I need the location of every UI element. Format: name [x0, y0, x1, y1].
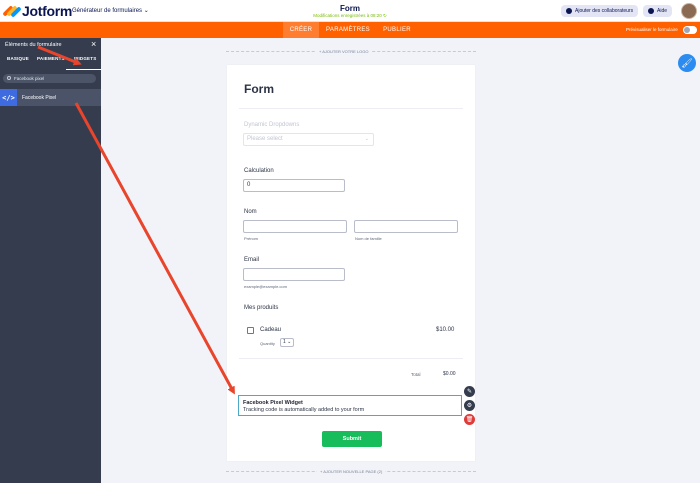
search-icon: [7, 76, 11, 80]
total-value: $0.00: [443, 371, 456, 377]
dropdown-placeholder: Please select: [247, 136, 283, 142]
preview-toggle[interactable]: [683, 26, 697, 34]
heading-divider: [239, 108, 463, 109]
pixel-widget-title: Facebook Pixel Widget: [243, 400, 303, 406]
last-name-field[interactable]: [354, 220, 458, 233]
tab-widgets[interactable]: WIDGETS: [74, 56, 96, 61]
dynamic-dropdown[interactable]: Please select ⌄: [243, 133, 374, 146]
collab-label: Ajouter des collaborateurs: [575, 8, 634, 14]
help-label: Aide: [657, 8, 668, 14]
form-canvas: Form Dynamic Dropdowns Please select ⌄ C…: [227, 65, 475, 461]
products-divider: [239, 358, 463, 359]
tab-create[interactable]: CRÉER: [283, 22, 319, 38]
top-header: Jotform Générateur de formulaires ⌄ Form…: [0, 0, 700, 22]
add-page-link[interactable]: + AJOUTER NOUVELLE PAGE (2): [317, 469, 386, 474]
email-field[interactable]: [243, 268, 345, 281]
product-name: Cadeau: [260, 327, 282, 333]
tab-settings[interactable]: PARAMÈTRES: [322, 22, 374, 38]
product-checkbox[interactable]: [247, 327, 254, 334]
help-button[interactable]: Aide: [643, 5, 673, 17]
name-label: Nom: [244, 209, 257, 215]
sidebar-title: Éléments du formulaire: [5, 42, 62, 48]
user-icon: [566, 8, 572, 14]
gear-icon[interactable]: ⚙: [464, 400, 475, 411]
trash-icon[interactable]: 🗑: [464, 414, 475, 425]
builder-tabs: CRÉER PARAMÈTRES PUBLIER Prévisualiser l…: [0, 22, 700, 38]
close-icon[interactable]: ×: [91, 40, 96, 49]
first-name-field[interactable]: [243, 220, 347, 233]
email-sublabel: example@example.com: [244, 284, 287, 289]
tab-payments[interactable]: PAIEMENTS: [37, 56, 65, 61]
submit-button[interactable]: Submit: [322, 431, 382, 447]
widget-item-label: Facebook Pixel: [22, 95, 57, 101]
calculation-field[interactable]: 0: [243, 179, 345, 192]
facebook-pixel-widget[interactable]: Facebook Pixel Widget Tracking code is a…: [238, 395, 462, 416]
edit-icon[interactable]: ✎: [464, 386, 475, 397]
add-collaborators-button[interactable]: Ajouter des collaborateurs: [561, 5, 639, 17]
first-name-sublabel: Prénom: [244, 236, 259, 241]
widget-search-input[interactable]: Facebook pixel: [3, 74, 96, 83]
chevron-down-icon: ⌄: [364, 136, 369, 142]
paint-roller-icon[interactable]: 🖌: [678, 54, 696, 72]
help-icon: [648, 8, 654, 14]
form-elements-sidebar: Éléments du formulaire × BASIQUE PAIEMEN…: [0, 38, 101, 483]
dropdown-label: Dynamic Dropdowns: [244, 122, 300, 128]
quantity-label: Quantity: [260, 341, 275, 346]
tab-basic[interactable]: BASIQUE: [7, 56, 29, 61]
avatar[interactable]: [681, 3, 697, 19]
product-price: $10.00: [436, 327, 455, 333]
search-value: Facebook pixel: [14, 76, 45, 81]
add-logo-link[interactable]: + AJOUTER VOTRE LOGO: [316, 49, 372, 54]
email-label: Email: [244, 257, 260, 263]
pixel-widget-description: Tracking code is automatically added to …: [243, 407, 365, 413]
total-label: Total: [411, 372, 421, 377]
products-label: Mes produits: [244, 305, 279, 311]
calculation-label: Calculation: [244, 168, 274, 174]
form-heading[interactable]: Form: [244, 82, 274, 96]
preview-label: Prévisualiser le formulaire: [626, 27, 678, 32]
code-icon: </>: [0, 89, 17, 106]
last-name-sublabel: Nom de famille: [355, 236, 382, 241]
quantity-select[interactable]: 1 ⌄: [280, 338, 294, 347]
tab-publish[interactable]: PUBLIER: [380, 22, 414, 38]
active-tab-indicator: [66, 69, 101, 70]
widget-item-facebook-pixel[interactable]: </> Facebook Pixel: [0, 89, 101, 106]
